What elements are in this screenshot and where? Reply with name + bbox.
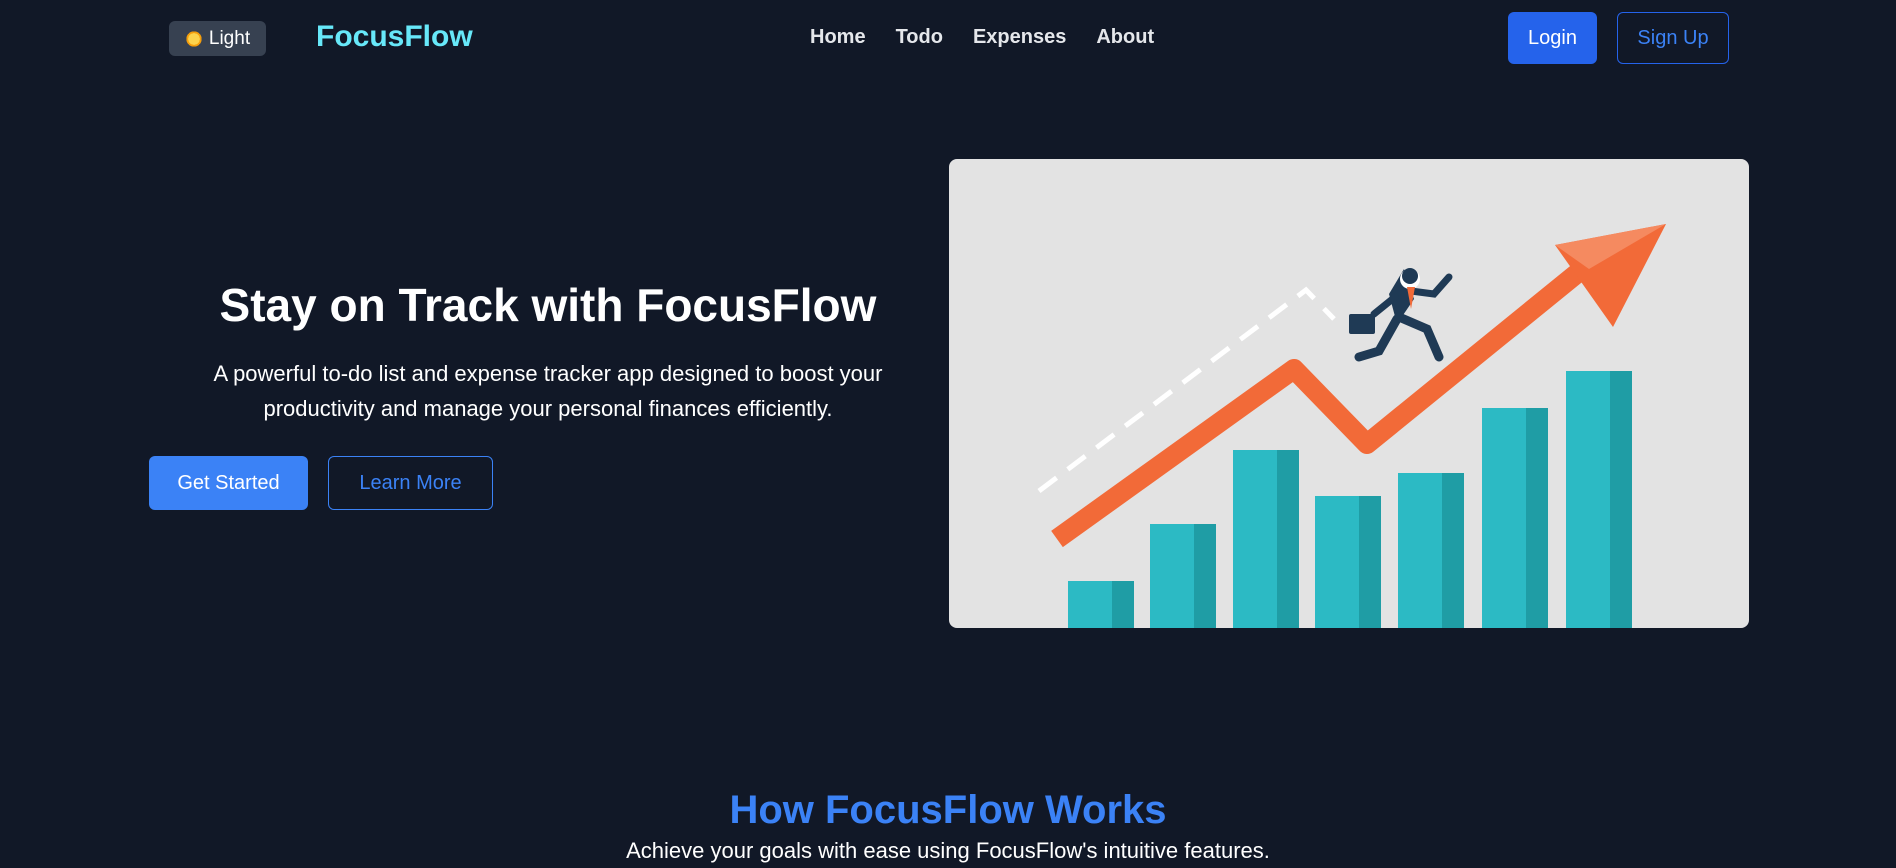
hero-subtitle: A powerful to-do list and expense tracke… [213,361,883,421]
nav-link-home[interactable]: Home [810,26,866,49]
hero-illustration [949,159,1749,628]
growth-chart-illustration [1037,224,1666,628]
nav-links: Home Todo Expenses About [810,26,1154,49]
section-subtitle: Achieve your goals with ease using Focus… [626,838,1270,863]
learn-more-button[interactable]: Learn More [328,456,493,510]
login-button[interactable]: Login [1508,12,1597,64]
brand-logo[interactable]: FocusFlow [316,20,473,54]
sun-icon [184,29,203,48]
hero-title: Stay on Track with FocusFlow [219,279,877,331]
theme-toggle-button[interactable]: Light [169,21,266,56]
section-title: How FocusFlow Works [729,788,1167,832]
nav-link-todo[interactable]: Todo [896,26,943,49]
navbar: Light FocusFlow Home Todo Expenses About… [0,0,1896,78]
get-started-button[interactable]: Get Started [149,456,308,510]
businessman-figure [1349,268,1453,362]
nav-link-expenses[interactable]: Expenses [973,26,1066,49]
nav-link-about[interactable]: About [1096,26,1154,49]
illustration-bars [1068,371,1632,628]
signup-button[interactable]: Sign Up [1617,12,1729,64]
theme-toggle-label: Light [208,27,251,49]
